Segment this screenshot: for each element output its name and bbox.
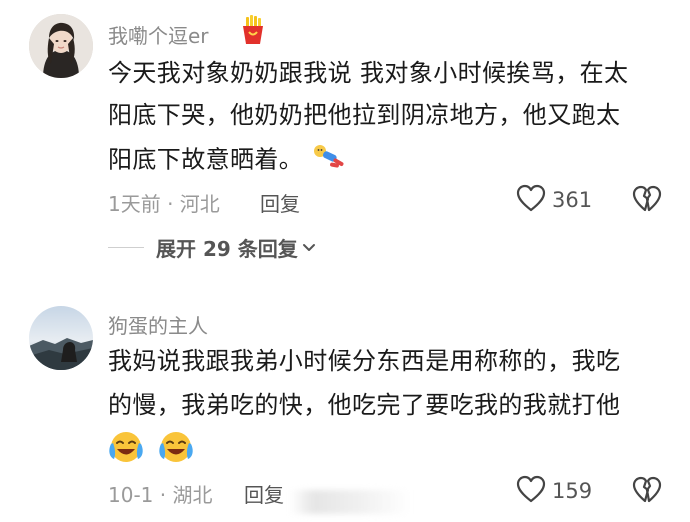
lying-sunbathing-emoji (311, 142, 347, 179)
comment-text-segment: 阳底下故意晒着。 (108, 145, 304, 174)
broken-heart-icon[interactable] (632, 476, 662, 506)
comment-item: 狗蛋的主人 我妈说我跟我弟小时候分东西是用称称的，我吃 的慢，我弟吃的快，他吃完… (0, 290, 690, 522)
like-button[interactable]: 361 (516, 184, 593, 216)
chevron-down-icon (302, 238, 316, 257)
watermark-blur (290, 490, 410, 514)
like-count: 159 (552, 479, 593, 503)
comment-meta: 10-1 · 湖北 (108, 483, 213, 507)
comment-text-line: 的慢，我弟吃的快，他吃完了要吃我的我就打他 (108, 391, 621, 419)
comment-text-line: 阳底下哭，他奶奶把他拉到阴凉地方，他又跑太 (108, 101, 621, 129)
comment-text-line: 阳底下故意晒着。 (108, 142, 347, 179)
comment-item: 我嘞个逗er 今天我对象奶奶跟我说 我对象小时候挨骂，在太 阳底下哭，他奶奶把他… (0, 0, 690, 280)
username[interactable]: 我嘞个逗er (108, 20, 209, 49)
expand-replies-button[interactable]: 展开 29 条回复 (108, 232, 316, 262)
reply-button[interactable]: 回复 (260, 188, 300, 217)
comment-text-line: 我妈说我跟我弟小时候分东西是用称称的，我吃 (108, 347, 621, 375)
avatar[interactable] (29, 14, 93, 78)
avatar[interactable] (29, 306, 93, 370)
emoji-row (108, 430, 194, 464)
fries-icon (240, 15, 266, 45)
crying-laughing-emoji (158, 430, 194, 471)
crying-laughing-emoji (108, 430, 144, 471)
heart-icon (516, 184, 546, 216)
reply-button[interactable]: 回复 (244, 479, 284, 508)
username[interactable]: 狗蛋的主人 (108, 310, 208, 339)
heart-icon (516, 475, 546, 507)
comment-meta: 1天前 · 河北 (108, 192, 220, 216)
like-button[interactable]: 159 (516, 475, 593, 507)
broken-heart-icon[interactable] (632, 185, 662, 215)
divider (108, 246, 144, 248)
expand-replies-label: 展开 29 条回复 (156, 236, 298, 261)
like-count: 361 (552, 188, 593, 212)
comment-text-line: 今天我对象奶奶跟我说 我对象小时候挨骂，在太 (108, 59, 629, 87)
